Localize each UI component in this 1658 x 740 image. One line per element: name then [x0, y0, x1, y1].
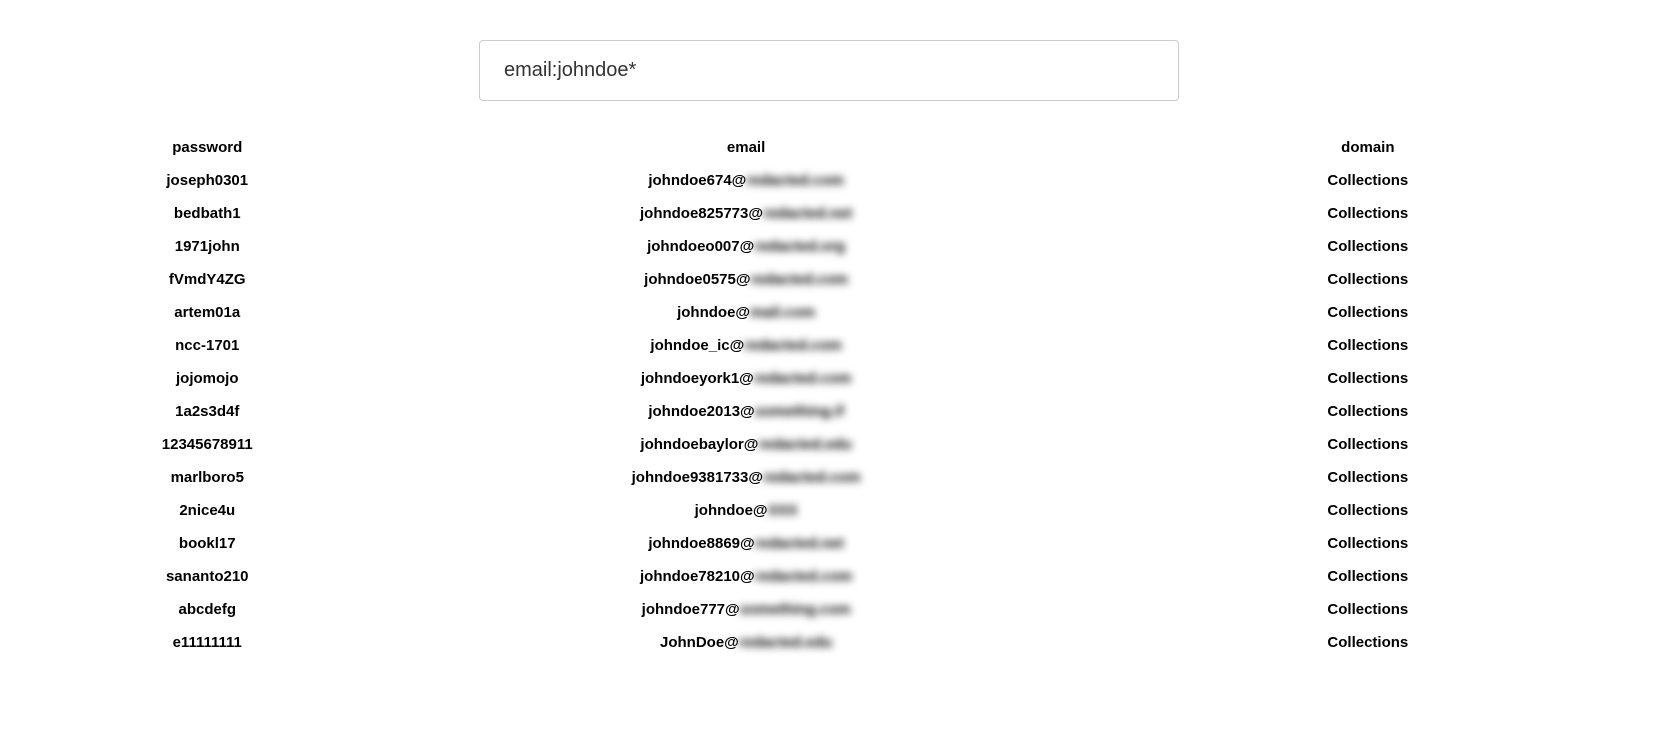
- cell-email: johndoe8869@redacted.net: [415, 527, 1078, 560]
- cell-password: 12345678911: [0, 428, 415, 461]
- cell-email: johndoe@mail.com: [415, 296, 1078, 329]
- cell-password: jojomojo: [0, 362, 415, 395]
- table-row: artem01ajohndoe@mail.comCollections: [0, 296, 1658, 329]
- table-row: 1a2s3d4fjohndoe2013@something.ifCollecti…: [0, 395, 1658, 428]
- cell-email: JohnDoe@redacted.edu: [415, 626, 1078, 659]
- cell-password: fVmdY4ZG: [0, 263, 415, 296]
- cell-email: johndoe674@redacted.com: [415, 164, 1078, 197]
- table-row: sananto210johndoe78210@redacted.comColle…: [0, 560, 1658, 593]
- table-row: bookl17johndoe8869@redacted.netCollectio…: [0, 527, 1658, 560]
- table-header-row: password email domain: [0, 131, 1658, 164]
- cell-email: johndoeo007@redacted.org: [415, 230, 1078, 263]
- cell-domain: Collections: [1078, 527, 1658, 560]
- cell-password: 1971john: [0, 230, 415, 263]
- cell-domain: Collections: [1078, 263, 1658, 296]
- table-row: fVmdY4ZGjohndoe0575@redacted.comCollecti…: [0, 263, 1658, 296]
- cell-domain: Collections: [1078, 230, 1658, 263]
- header-domain: domain: [1078, 131, 1658, 164]
- cell-domain: Collections: [1078, 329, 1658, 362]
- cell-password: joseph0301: [0, 164, 415, 197]
- header-password: password: [0, 131, 415, 164]
- cell-domain: Collections: [1078, 461, 1658, 494]
- results-table: password email domain joseph0301johndoe6…: [0, 131, 1658, 659]
- cell-email: johndoebaylor@redacted.edu: [415, 428, 1078, 461]
- cell-password: abcdefg: [0, 593, 415, 626]
- cell-email: johndoe825773@redacted.net: [415, 197, 1078, 230]
- cell-email: johndoe78210@redacted.com: [415, 560, 1078, 593]
- cell-email: johndoeyork1@redacted.com: [415, 362, 1078, 395]
- header-email: email: [415, 131, 1078, 164]
- cell-password: artem01a: [0, 296, 415, 329]
- table-row: joseph0301johndoe674@redacted.comCollect…: [0, 164, 1658, 197]
- cell-email: johndoe_ic@redacted.com: [415, 329, 1078, 362]
- cell-domain: Collections: [1078, 626, 1658, 659]
- cell-domain: Collections: [1078, 494, 1658, 527]
- table-row: e11111111JohnDoe@redacted.eduCollections: [0, 626, 1658, 659]
- cell-password: bedbath1: [0, 197, 415, 230]
- cell-domain: Collections: [1078, 164, 1658, 197]
- cell-password: sananto210: [0, 560, 415, 593]
- cell-password: e11111111: [0, 626, 415, 659]
- table-row: marlboro5johndoe9381733@redacted.comColl…: [0, 461, 1658, 494]
- cell-email: johndoe777@something.com: [415, 593, 1078, 626]
- cell-domain: Collections: [1078, 428, 1658, 461]
- cell-domain: Collections: [1078, 362, 1658, 395]
- cell-domain: Collections: [1078, 560, 1658, 593]
- cell-domain: Collections: [1078, 197, 1658, 230]
- table-row: bedbath1johndoe825773@redacted.netCollec…: [0, 197, 1658, 230]
- cell-password: bookl17: [0, 527, 415, 560]
- table-row: jojomojojohndoeyork1@redacted.comCollect…: [0, 362, 1658, 395]
- search-container: [0, 0, 1658, 131]
- table-row: 1971johnjohndoeo007@redacted.orgCollecti…: [0, 230, 1658, 263]
- cell-password: marlboro5: [0, 461, 415, 494]
- search-input[interactable]: [479, 40, 1179, 101]
- cell-email: johndoe0575@redacted.com: [415, 263, 1078, 296]
- table-row: ncc-1701johndoe_ic@redacted.comCollectio…: [0, 329, 1658, 362]
- cell-password: ncc-1701: [0, 329, 415, 362]
- cell-email: johndoe9381733@redacted.com: [415, 461, 1078, 494]
- table-row: 2nice4ujohndoe@XXXCollections: [0, 494, 1658, 527]
- cell-domain: Collections: [1078, 395, 1658, 428]
- cell-password: 2nice4u: [0, 494, 415, 527]
- cell-email: johndoe2013@something.if: [415, 395, 1078, 428]
- cell-domain: Collections: [1078, 593, 1658, 626]
- table-row: 12345678911johndoebaylor@redacted.eduCol…: [0, 428, 1658, 461]
- cell-password: 1a2s3d4f: [0, 395, 415, 428]
- cell-domain: Collections: [1078, 296, 1658, 329]
- cell-email: johndoe@XXX: [415, 494, 1078, 527]
- table-row: abcdefgjohndoe777@something.comCollectio…: [0, 593, 1658, 626]
